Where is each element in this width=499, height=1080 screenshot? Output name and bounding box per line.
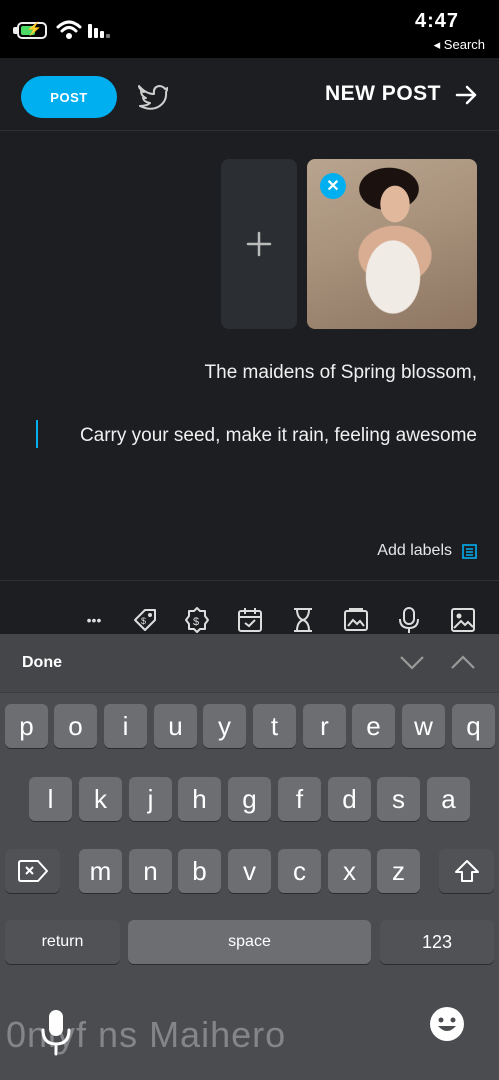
keyboard-accessory-bar: Done [0,634,499,693]
backspace-icon [17,860,48,882]
key-l[interactable]: l [29,777,72,821]
signal-icon [88,24,110,38]
key-k[interactable]: k [79,777,122,821]
backspace-key[interactable] [5,849,60,893]
key-b[interactable]: b [178,849,221,893]
header: POST NEW POST [0,58,499,131]
key-z[interactable]: z [377,849,420,893]
numbers-key[interactable]: 123 [380,920,494,964]
chevron-up-icon[interactable] [449,652,477,672]
back-to-app-link[interactable]: ◂ Search [434,37,485,53]
key-n[interactable]: n [129,849,172,893]
key-t[interactable]: t [253,704,296,748]
key-q[interactable]: q [452,704,495,748]
hourglass-icon[interactable] [289,606,317,634]
tag-icon[interactable]: $ [131,606,159,634]
key-r[interactable]: r [303,704,346,748]
key-a[interactable]: a [427,777,470,821]
return-key[interactable]: return [5,920,120,964]
post-text-line-2[interactable]: Carry your seed, make it rain, feeling a… [80,425,477,447]
chevron-down-icon[interactable] [398,652,426,672]
key-p[interactable]: p [5,704,48,748]
shift-key[interactable] [439,849,494,893]
emoji-icon[interactable] [429,1006,465,1042]
text-cursor [36,420,38,448]
key-y[interactable]: y [203,704,246,748]
status-time: 4:47 [414,10,459,32]
key-m[interactable]: m [79,849,122,893]
labels-icon [462,543,477,559]
more-icon[interactable]: ••• [80,606,108,634]
key-d[interactable]: d [328,777,371,821]
page-title: NEW POST [324,82,441,105]
dictation-mic-icon[interactable] [38,1008,74,1056]
key-s[interactable]: s [377,777,420,821]
add-labels-button[interactable]: Add labels [377,542,477,560]
wifi-icon [56,20,82,39]
add-media-button[interactable] [221,159,297,329]
image-icon[interactable] [449,606,477,634]
plus-icon [246,231,272,257]
shift-icon [454,860,479,882]
divider [0,580,499,581]
battery-cap [13,27,17,34]
more-dots: ••• [86,612,102,628]
status-bar: ⚡ 4:47 ◂ Search [0,0,499,58]
key-f[interactable]: f [278,777,321,821]
key-h[interactable]: h [178,777,221,821]
post-button[interactable]: POST [21,76,117,118]
key-g[interactable]: g [228,777,271,821]
battery-icon: ⚡ [17,21,47,39]
key-i[interactable]: i [104,704,147,748]
remove-media-icon[interactable]: ✕ [320,173,346,199]
post-text-line-1[interactable]: The maidens of Spring blossom, [205,362,477,384]
price-icon[interactable]: $ [183,606,211,634]
key-j[interactable]: j [129,777,172,821]
key-w[interactable]: w [402,704,445,748]
calendar-icon[interactable] [236,606,264,634]
key-o[interactable]: o [54,704,97,748]
microphone-icon[interactable] [395,606,423,634]
svg-text:$: $ [193,616,199,628]
key-e[interactable]: e [352,704,395,748]
key-u[interactable]: u [154,704,197,748]
svg-text:$: $ [141,616,146,626]
key-x[interactable]: x [328,849,371,893]
back-arrow-icon[interactable] [455,84,477,106]
media-vault-icon[interactable] [342,606,370,634]
charging-bolt-icon: ⚡ [26,21,43,36]
twitter-icon[interactable] [136,82,168,110]
space-key[interactable]: space [128,920,371,964]
add-labels-text: Add labels [377,542,452,559]
done-button[interactable]: Done [22,654,62,672]
key-c[interactable]: c [278,849,321,893]
key-v[interactable]: v [228,849,271,893]
